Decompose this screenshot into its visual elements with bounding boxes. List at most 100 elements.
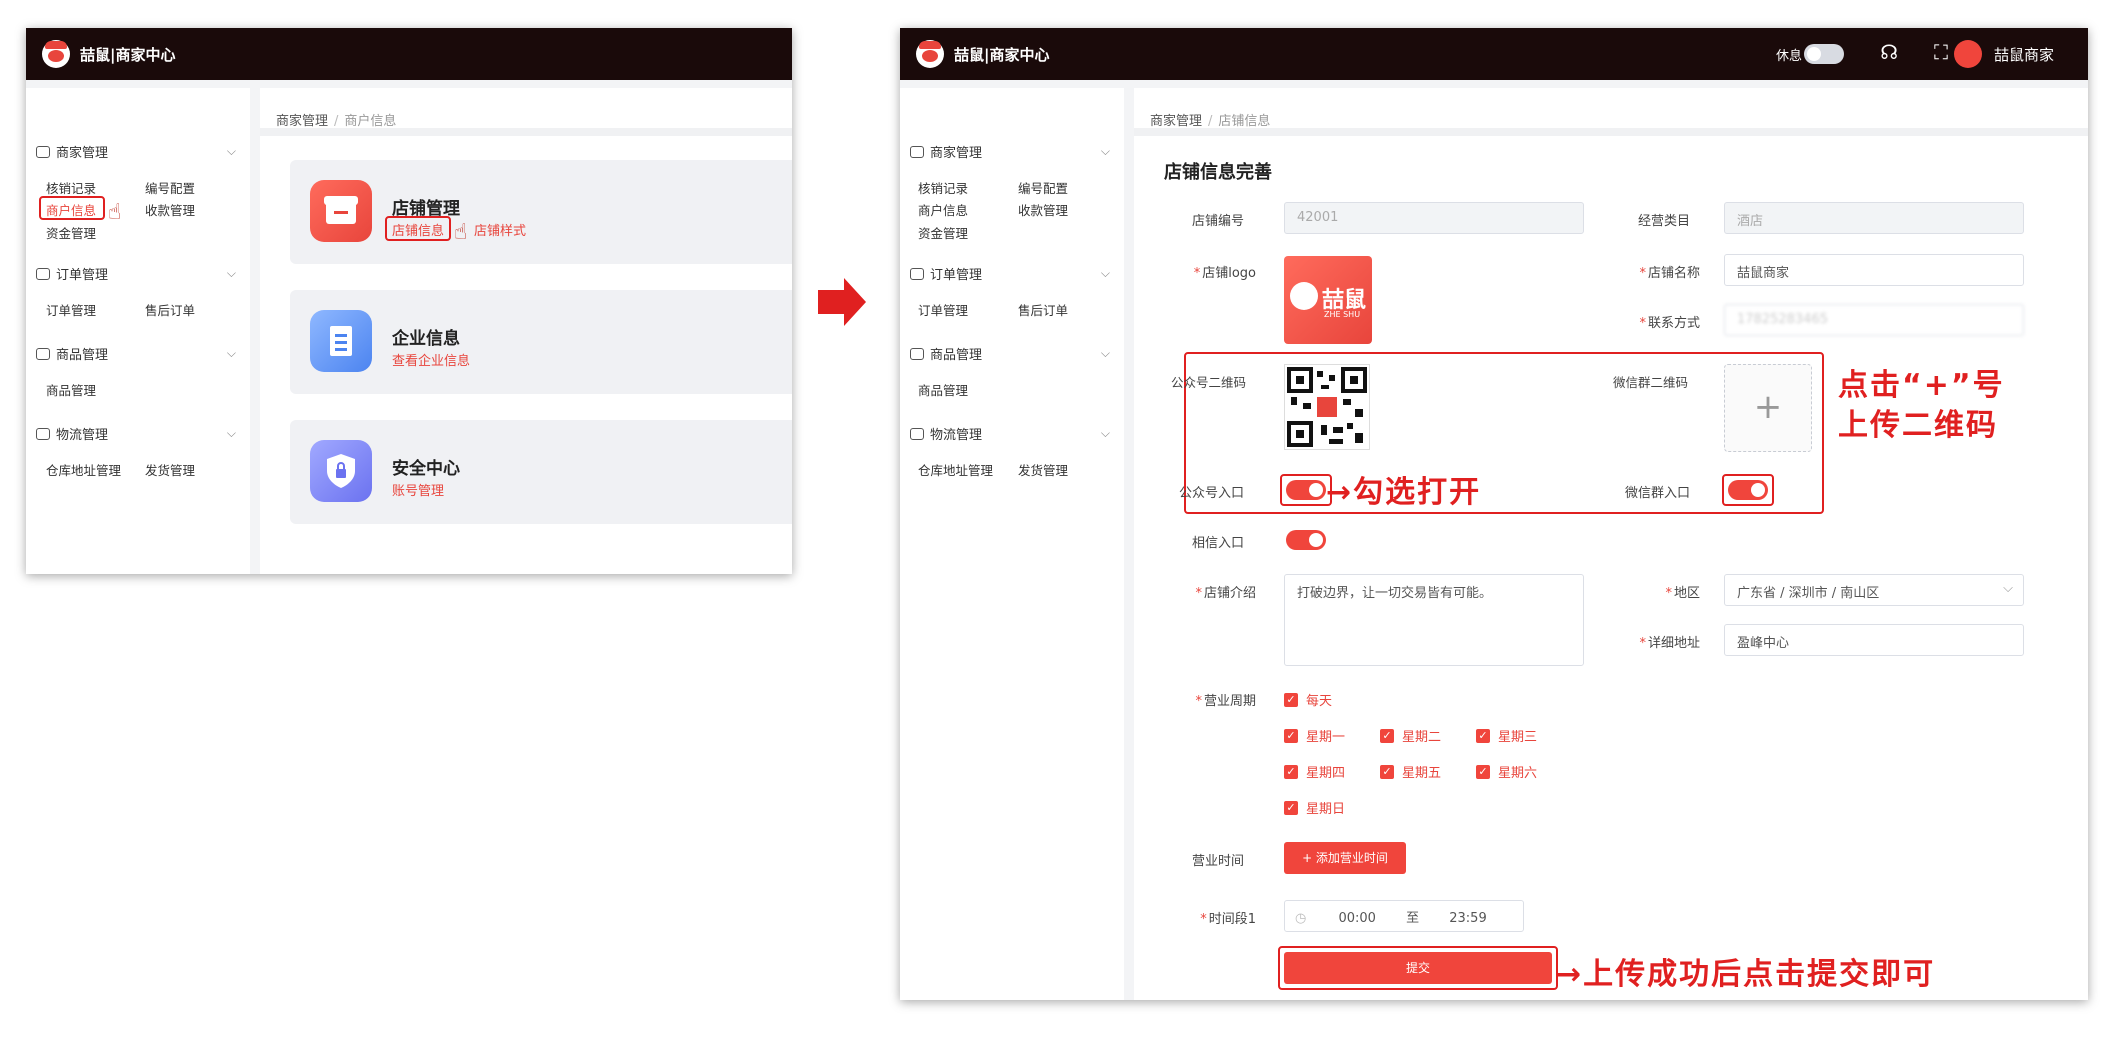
wx-qr-label: 微信群二维码 xyxy=(1612,375,1688,390)
sidebar-item-funds[interactable]: 资金管理 xyxy=(46,223,96,242)
chevron-down-icon: ⌵ xyxy=(1100,426,1110,440)
database-icon xyxy=(36,145,50,158)
contact-label: * 联系方式 xyxy=(1639,316,1700,331)
checkbox-thursday[interactable]: ✓ 星期四 xyxy=(1284,762,1345,781)
store-style-link[interactable]: 店铺样式 xyxy=(474,220,526,239)
add-time-button[interactable]: + 添加营业时间 xyxy=(1284,842,1406,874)
divider xyxy=(1134,128,2088,136)
category-input: 酒店 xyxy=(1724,202,2024,234)
sidebar-item-funds[interactable]: 资金管理 xyxy=(918,223,968,242)
shield-icon xyxy=(310,440,372,502)
sidebar-item-warehouse[interactable]: 仓库地址管理 xyxy=(918,460,993,479)
highlight-box xyxy=(385,216,451,241)
store-logo-image[interactable]: 喆鼠 ZHE SHU xyxy=(1284,256,1372,344)
sidebar: 商家管理 ⌵ 核销记录 编号配置 商户信息 收款管理 资金管理 订单管理 ⌵ 订… xyxy=(900,88,1124,1000)
order-icon xyxy=(36,267,50,280)
sidebar-group-logistics[interactable]: 物流管理 ⌵ xyxy=(910,424,1124,443)
category-label: 经营类目 xyxy=(1637,214,1690,229)
sidebar-group-goods[interactable]: 商品管理 ⌵ xyxy=(910,344,1124,363)
contact-input[interactable]: 17825283465 xyxy=(1724,304,2024,336)
store-icon xyxy=(310,180,372,242)
sidebar-item-verify-records[interactable]: 核销记录 xyxy=(46,178,96,197)
chevron-down-icon: ⌵ xyxy=(1100,266,1110,280)
sidebar-item-after-sale[interactable]: 售后订单 xyxy=(1018,300,1068,319)
card-title: 企业信息 xyxy=(392,329,460,349)
sidebar-item-verify-records[interactable]: 核销记录 xyxy=(918,178,968,197)
store-no-input: 42001 xyxy=(1284,202,1584,234)
top-bar: 喆鼠|商家中心 xyxy=(26,28,792,80)
sidebar-group-merchant[interactable]: 商家管理 ⌵ xyxy=(36,142,250,161)
address-label: * 详细地址 xyxy=(1639,636,1700,651)
gzh-qr-label: 公众号二维码 xyxy=(1170,375,1246,390)
time-range-picker[interactable]: ◷ 00:00 至 23:59 xyxy=(1284,900,1524,932)
form-title: 店铺信息完善 xyxy=(1164,162,1272,183)
sidebar-item-payment[interactable]: 收款管理 xyxy=(145,200,195,219)
checkbox-sunday[interactable]: ✓ 星期日 xyxy=(1284,798,1345,817)
hand-pointer-icon: ☝ xyxy=(108,200,122,225)
sidebar-item-order-mgmt[interactable]: 订单管理 xyxy=(46,300,96,319)
bag-icon xyxy=(36,347,50,360)
sidebar-group-logistics[interactable]: 物流管理 ⌵ xyxy=(36,424,250,443)
album-entry-toggle[interactable] xyxy=(1286,530,1326,550)
region-select[interactable]: 广东省 / 深圳市 / 南山区 ⌵ xyxy=(1724,574,2024,606)
main-content: 商家管理 / 店铺信息 店铺信息完善 店铺编号 42001 经营类目 酒店 * 店铺l… xyxy=(1134,88,2088,1000)
intro-textarea[interactable]: 打破边界，让一切交易皆有可能。 xyxy=(1284,574,1584,666)
brand-title: 喆鼠|商家中心 xyxy=(80,45,176,64)
checkbox-tuesday[interactable]: ✓ 星期二 xyxy=(1380,726,1441,745)
checkbox-wednesday[interactable]: ✓ 星期三 xyxy=(1476,726,1537,745)
card-title: 安全中心 xyxy=(392,459,460,479)
fullscreen-icon[interactable]: ⛶ xyxy=(1934,40,1948,64)
checkbox-everyday[interactable]: ✓ 每天 xyxy=(1284,690,1332,709)
sidebar-item-after-sale[interactable]: 售后订单 xyxy=(145,300,195,319)
rest-toggle[interactable] xyxy=(1804,44,1844,64)
sidebar-group-goods[interactable]: 商品管理 ⌵ xyxy=(36,344,250,363)
qr-code-icon xyxy=(1287,367,1367,447)
store-no-label: 店铺编号 xyxy=(1191,214,1244,229)
intro-label: * 店铺介绍 xyxy=(1195,586,1256,601)
sidebar-group-merchant[interactable]: 商家管理 ⌵ xyxy=(910,142,1124,161)
sidebar-item-number-config[interactable]: 编号配置 xyxy=(145,178,195,197)
chevron-down-icon: ⌵ xyxy=(226,426,236,440)
breadcrumb: 商家管理 / 店铺信息 xyxy=(1150,114,1271,129)
album-entry-label: 相信入口 xyxy=(1191,536,1244,551)
sidebar-group-orders[interactable]: 订单管理 ⌵ xyxy=(36,264,250,283)
highlight-box xyxy=(1722,474,1774,506)
divider xyxy=(260,128,792,136)
sidebar-item-payment[interactable]: 收款管理 xyxy=(1018,200,1068,219)
highlight-box xyxy=(1280,474,1332,506)
store-name-input[interactable]: 喆鼠商家 xyxy=(1724,254,2024,286)
top-bar: 喆鼠|商家中心 休息 ☊ ⛶ 喆鼠商家 xyxy=(900,28,2088,80)
truck-icon xyxy=(36,427,50,440)
sidebar-item-goods-mgmt[interactable]: 商品管理 xyxy=(46,380,96,399)
headset-icon[interactable]: ☊ xyxy=(1880,40,1898,64)
main-content: 商家管理 / 商户信息 店铺管理 店铺信息 ☝ 店铺样式 企业信息 查看企业信息 安… xyxy=(260,88,792,574)
sidebar-item-shipping[interactable]: 发货管理 xyxy=(1018,460,1068,479)
brand-title: 喆鼠|商家中心 xyxy=(954,45,1050,64)
sidebar-group-orders[interactable]: 订单管理 ⌵ xyxy=(910,264,1124,283)
sidebar-item-goods-mgmt[interactable]: 商品管理 xyxy=(918,380,968,399)
checkbox-monday[interactable]: ✓ 星期一 xyxy=(1284,726,1345,745)
highlight-box xyxy=(1278,946,1558,990)
sidebar-item-merchant-info[interactable]: 商户信息 xyxy=(918,200,968,219)
account-mgmt-link[interactable]: 账号管理 xyxy=(392,480,444,499)
avatar[interactable] xyxy=(1954,40,1982,68)
address-input[interactable]: 盈峰中心 xyxy=(1724,624,2024,656)
chevron-down-icon: ⌵ xyxy=(226,144,236,158)
sidebar-item-order-mgmt[interactable]: 订单管理 xyxy=(918,300,968,319)
sidebar-item-shipping[interactable]: 发货管理 xyxy=(145,460,195,479)
chevron-down-icon: ⌵ xyxy=(1100,144,1110,158)
sidebar-item-number-config[interactable]: 编号配置 xyxy=(1018,178,1068,197)
hand-pointer-icon: ☝ xyxy=(454,220,468,245)
checkbox-friday[interactable]: ✓ 星期五 xyxy=(1380,762,1441,781)
user-name[interactable]: 喆鼠商家 xyxy=(1994,44,2054,65)
gzh-qr-image[interactable] xyxy=(1284,364,1370,450)
annotation-toggle-on: →勾选打开 xyxy=(1326,475,1482,510)
card-store-mgmt: 店铺管理 店铺信息 ☝ 店铺样式 xyxy=(290,160,792,264)
chevron-down-icon: ⌵ xyxy=(226,266,236,280)
checkbox-saturday[interactable]: ✓ 星期六 xyxy=(1476,762,1537,781)
right-arrow-icon xyxy=(818,278,866,326)
highlight-box xyxy=(39,196,105,220)
sidebar-item-warehouse[interactable]: 仓库地址管理 xyxy=(46,460,121,479)
wx-qr-upload-button[interactable]: + xyxy=(1724,364,1812,452)
company-info-link[interactable]: 查看企业信息 xyxy=(392,350,470,369)
